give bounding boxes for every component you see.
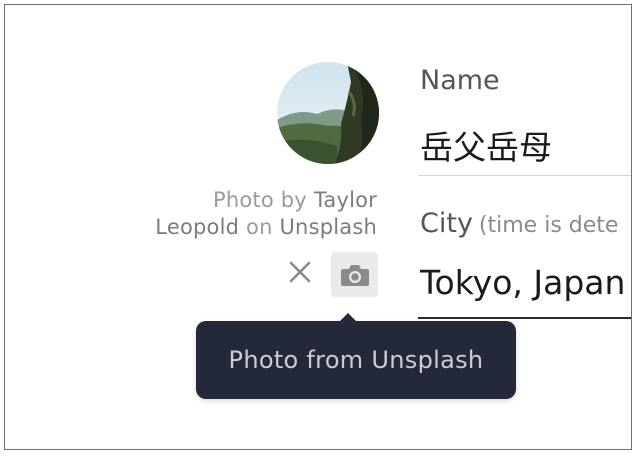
credit-prefix: Photo by bbox=[213, 188, 307, 212]
city-label-group: City (time is dete bbox=[420, 208, 618, 239]
name-label: Name bbox=[420, 65, 500, 96]
close-icon bbox=[289, 261, 311, 283]
camera-button[interactable] bbox=[331, 252, 378, 297]
avatar[interactable] bbox=[277, 62, 379, 164]
tooltip-text: Photo from Unsplash bbox=[228, 346, 484, 374]
tooltip: Photo from Unsplash bbox=[196, 313, 516, 399]
name-field[interactable]: 岳父岳母 bbox=[420, 121, 552, 169]
camera-icon bbox=[340, 264, 369, 286]
photo-credit: Photo by Taylor Leopold on Unsplash bbox=[97, 187, 377, 241]
window-frame: Photo by Taylor Leopold on Unsplash Phot… bbox=[4, 4, 632, 450]
remove-photo-button[interactable] bbox=[285, 257, 315, 287]
credit-on: on bbox=[246, 215, 273, 239]
avatar-photo bbox=[277, 62, 379, 164]
name-field-underline bbox=[418, 175, 631, 176]
credit-author-first[interactable]: Taylor bbox=[314, 188, 377, 212]
city-field-underline bbox=[418, 317, 631, 319]
city-note: (time is dete bbox=[478, 213, 619, 238]
credit-source-link[interactable]: Unsplash bbox=[279, 215, 377, 239]
credit-author-last[interactable]: Leopold bbox=[155, 215, 239, 239]
city-field[interactable]: Tokyo, Japan bbox=[420, 263, 625, 302]
city-label: City bbox=[420, 208, 473, 239]
